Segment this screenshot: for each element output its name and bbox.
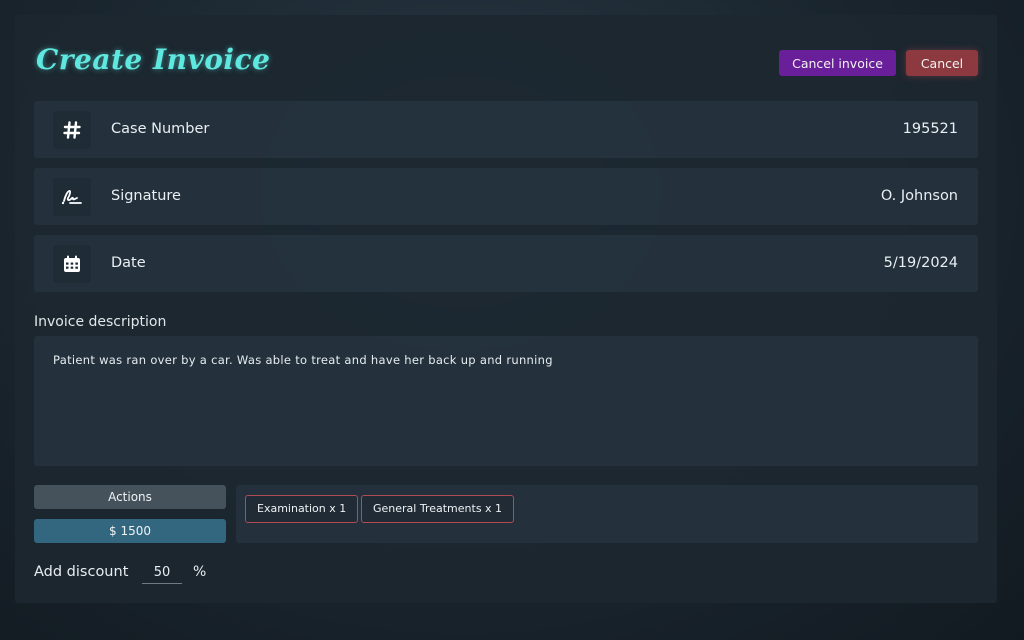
hash-icon	[53, 111, 91, 149]
add-discount-label: Add discount	[34, 564, 129, 580]
date-value: 5/19/2024	[883, 255, 958, 271]
cancel-invoice-button[interactable]: Cancel invoice	[779, 50, 896, 76]
signature-icon	[53, 178, 91, 216]
total-price-bar: $ 1500	[34, 519, 226, 543]
invoice-description-label: Invoice description	[34, 314, 167, 330]
case-number-value: 195521	[902, 121, 958, 137]
invoice-panel: Create Invoice Cancel invoice Cancel Cas…	[15, 15, 997, 603]
actions-button[interactable]: Actions	[34, 485, 226, 509]
calendar-icon	[53, 245, 91, 283]
signature-label: Signature	[111, 188, 181, 204]
cancel-button[interactable]: Cancel	[906, 50, 978, 76]
item-tag-examination[interactable]: Examination x 1	[245, 495, 359, 523]
date-row: Date 5/19/2024	[34, 235, 978, 292]
percent-sign: %	[193, 564, 207, 580]
signature-row: Signature O. Johnson	[34, 168, 978, 225]
page-title: Create Invoice	[36, 43, 271, 76]
invoice-items-list: Examination x 1 General Treatments x 1	[236, 485, 978, 543]
date-label: Date	[111, 255, 146, 271]
invoice-description-textarea[interactable]: Patient was ran over by a car. Was able …	[34, 336, 978, 466]
case-number-row: Case Number 195521	[34, 101, 978, 158]
discount-input[interactable]	[142, 562, 182, 584]
case-number-label: Case Number	[111, 121, 210, 137]
item-tag-general-treatments[interactable]: General Treatments x 1	[361, 495, 515, 523]
signature-value: O. Johnson	[880, 188, 958, 204]
